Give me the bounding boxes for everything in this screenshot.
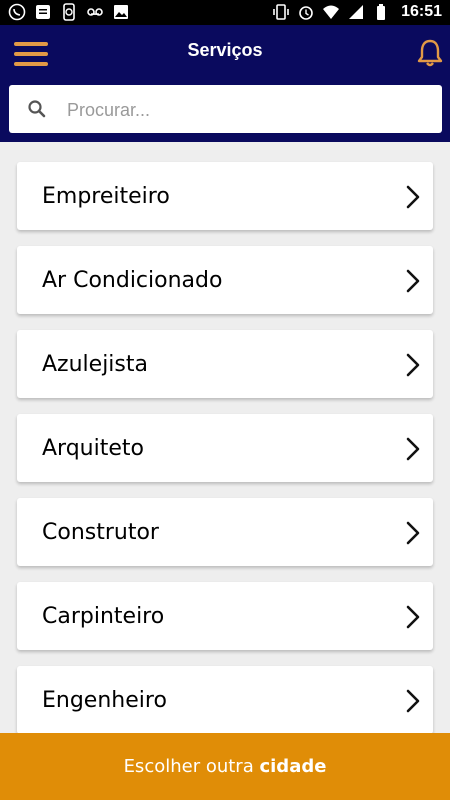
choose-city-label: Escolher outra cidade — [124, 756, 327, 777]
service-label: Azulejista — [42, 352, 148, 377]
chevron-right-icon — [406, 269, 420, 293]
service-item-construtor[interactable]: Construtor — [17, 498, 433, 566]
service-item-arquiteto[interactable]: Arquiteto — [17, 414, 433, 482]
service-label: Arquiteto — [42, 436, 144, 461]
chevron-right-icon — [406, 353, 420, 377]
search-bar[interactable] — [9, 85, 442, 135]
signal-icon — [349, 5, 364, 19]
service-item-ar-condicionado[interactable]: Ar Condicionado — [17, 246, 433, 314]
page-title: Serviços — [187, 40, 263, 60]
app-bar: Serviços — [0, 25, 450, 142]
battery-icon — [377, 4, 386, 20]
service-item-carpinteiro[interactable]: Carpinteiro — [17, 582, 433, 650]
search-icon — [28, 100, 46, 118]
choose-city-prefix: Escolher outra — [123, 756, 260, 777]
choose-city-emphasis: cidade — [259, 756, 327, 777]
whatsapp-icon — [8, 3, 26, 21]
service-item-empreiteiro[interactable]: Empreiteiro — [17, 162, 433, 230]
choose-city-button[interactable]: Escolher outra cidade — [0, 733, 450, 800]
alarm-icon — [299, 6, 313, 20]
chevron-right-icon — [406, 521, 420, 545]
vibrate-icon — [273, 4, 289, 20]
status-bar: 16:51 — [0, 0, 450, 25]
bell-icon[interactable] — [414, 37, 446, 69]
chevron-right-icon — [406, 185, 420, 209]
wifi-icon — [323, 5, 340, 19]
system-icons: 16:51 — [272, 3, 442, 21]
service-label: Empreiteiro — [42, 184, 170, 209]
voicemail-icon — [87, 8, 103, 16]
service-label: Ar Condicionado — [42, 268, 223, 293]
service-label: Engenheiro — [42, 688, 167, 713]
service-label: Construtor — [42, 520, 159, 545]
service-item-azulejista[interactable]: Azulejista — [17, 330, 433, 398]
image-icon — [114, 5, 128, 19]
message-icon — [36, 5, 50, 19]
service-label: Carpinteiro — [42, 604, 165, 629]
chevron-right-icon — [406, 689, 420, 713]
chevron-right-icon — [406, 605, 420, 629]
phone-sync-icon — [63, 3, 75, 21]
clock: 16:51 — [401, 3, 442, 20]
service-item-engenheiro[interactable]: Engenheiro — [17, 666, 433, 734]
search-input[interactable] — [65, 85, 429, 135]
chevron-right-icon — [406, 437, 420, 461]
notification-icons — [8, 3, 130, 21]
services-list: Empreiteiro Ar Condicionado Azulejista A… — [17, 162, 433, 750]
